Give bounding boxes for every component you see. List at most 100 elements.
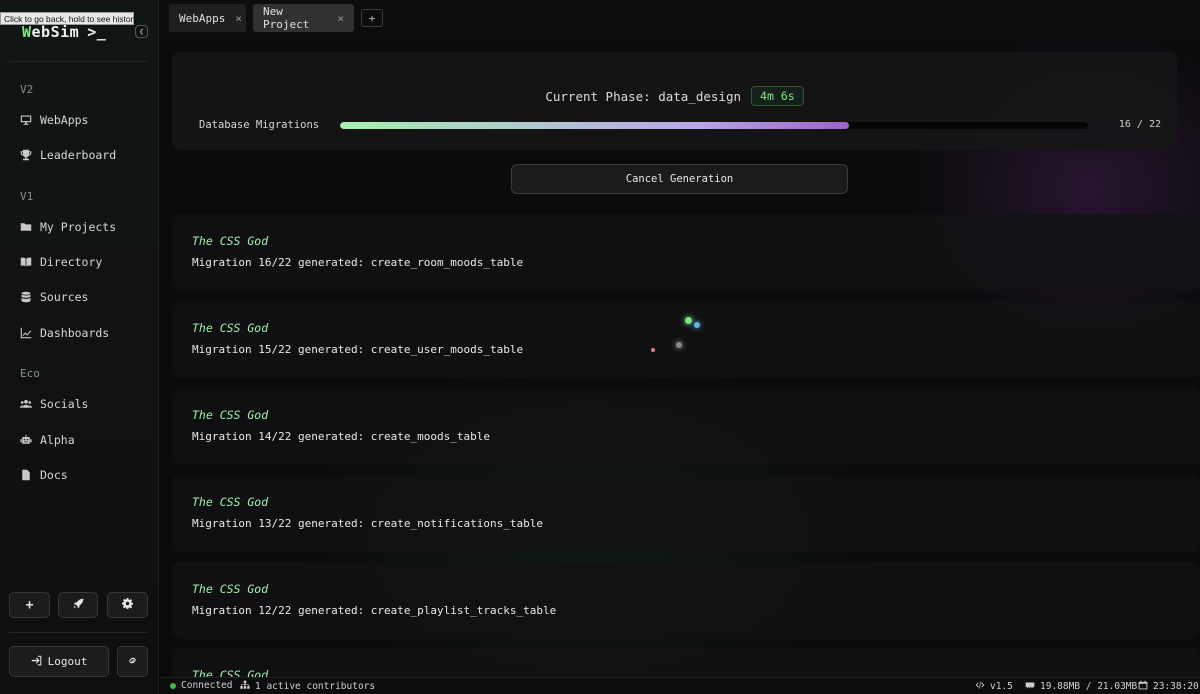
sidebar-item-sources[interactable]: Sources (10, 283, 148, 311)
log-message: Migration 16/22 generated: create_room_m… (192, 256, 524, 269)
log-message: Migration 13/22 generated: create_notifi… (192, 517, 543, 530)
sidebar-item-directory[interactable]: Directory (10, 248, 148, 276)
log-message: Migration 12/22 generated: create_playli… (192, 604, 557, 617)
tab-bar: WebApps × New Project × + (160, 0, 1200, 38)
logout-label: Logout (47, 655, 88, 668)
close-icon[interactable]: × (337, 12, 344, 25)
network-icon (240, 680, 250, 693)
cancel-generation-button[interactable]: Cancel Generation (511, 164, 848, 194)
copy-link-button[interactable] (117, 646, 148, 677)
launch-button[interactable] (58, 592, 98, 618)
new-tab-button[interactable]: + (361, 9, 383, 27)
sidebar-item-docs[interactable]: Docs (10, 461, 148, 489)
main-content: Current Phase: data_design 4m 6s Databas… (160, 38, 1200, 677)
sidebar-item-socials[interactable]: Socials (10, 390, 148, 418)
log-author: The CSS God (192, 582, 269, 596)
link-icon (127, 655, 138, 669)
settings-button[interactable] (107, 592, 148, 618)
monitor-icon (20, 114, 32, 126)
version-status: v1.5 (975, 680, 1013, 693)
loading-dot (676, 342, 682, 348)
gear-icon (122, 598, 134, 612)
calendar-icon (1138, 680, 1148, 693)
sidebar-item-label: Leaderboard (40, 148, 117, 162)
progress-bar (340, 122, 1088, 129)
log-author: The CSS God (192, 408, 269, 422)
sidebar-item-leaderboard[interactable]: Leaderboard (10, 141, 148, 169)
log-author: The CSS God (192, 668, 269, 677)
users-icon (20, 398, 32, 410)
loading-dot (685, 317, 692, 324)
sidebar-item-label: WebApps (40, 113, 89, 127)
clock-label: 23:38:20 (1153, 681, 1199, 692)
sidebar: Click to go back, hold to see history We… (0, 0, 159, 694)
contributors-label: 1 active contributors (255, 681, 376, 692)
sidebar-item-label: Docs (40, 468, 68, 482)
sidebar-item-label: Directory (40, 255, 103, 269)
collapse-sidebar-button[interactable]: ❮ (135, 25, 148, 38)
file-icon (20, 469, 32, 481)
tab-webapps[interactable]: WebApps × (169, 4, 246, 32)
sidebar-item-alpha[interactable]: Alpha (10, 426, 148, 454)
tab-label: New Project (263, 5, 310, 31)
loading-dot (694, 322, 700, 328)
code-icon (975, 680, 985, 693)
log-entry: The CSS God Migration 13/22 generated: c… (172, 475, 1200, 552)
database-icon (20, 291, 32, 303)
tab-new-project[interactable]: New Project × (253, 4, 354, 32)
memory-status: 19.88MB / 21.03MB (1025, 680, 1137, 693)
progress-label: Database Migrations (199, 119, 320, 131)
contributors-status: 1 active contributors (240, 680, 375, 693)
phase-panel: Current Phase: data_design 4m 6s Databas… (172, 52, 1177, 150)
log-entry: The CSS God Migration 12/22 generated: c… (172, 562, 1200, 639)
trophy-icon (20, 149, 32, 161)
chart-icon (20, 327, 32, 339)
memory-label: 19.88MB / 21.03MB (1040, 681, 1138, 692)
log-author: The CSS God (192, 321, 269, 335)
close-icon[interactable]: × (235, 12, 242, 25)
sidebar-item-label: Alpha (40, 433, 75, 447)
loading-dot (651, 348, 655, 352)
robot-icon (20, 434, 32, 446)
section-label-v1: V1 (20, 190, 34, 203)
sidebar-item-webapps[interactable]: WebApps (10, 106, 148, 134)
chevron-left-icon: ❮ (139, 27, 144, 36)
version-label: v1.5 (990, 681, 1013, 692)
log-entry: The CSS God Migration 16/22 generated: c… (172, 214, 1200, 291)
sidebar-item-my-projects[interactable]: My Projects (10, 213, 148, 241)
logout-icon (31, 655, 42, 669)
elapsed-timer-badge: 4m 6s (751, 86, 804, 106)
sidebar-item-label: My Projects (40, 220, 117, 234)
log-entry: The CSS God (172, 648, 1200, 677)
connection-label: Connected (181, 680, 233, 691)
log-entry: The CSS God Migration 15/22 generated: c… (172, 301, 1200, 378)
sidebar-item-label: Dashboards (40, 326, 110, 340)
logout-button[interactable]: Logout (9, 646, 109, 677)
add-project-button[interactable]: + (9, 592, 50, 618)
plus-icon: + (25, 597, 34, 613)
sidebar-item-label: Sources (40, 290, 89, 304)
progress-count: 16 / 22 (1118, 119, 1161, 130)
phase-title-row: Current Phase: data_design 4m 6s (172, 86, 1177, 106)
current-phase-label: Current Phase: data_design (545, 88, 742, 104)
back-tooltip: Click to go back, hold to see history (0, 12, 138, 25)
log-entry: The CSS God Migration 14/22 generated: c… (172, 388, 1200, 465)
folder-icon (20, 221, 32, 233)
status-bar: Connected 1 active contributors v1.5 19.… (160, 677, 1200, 694)
tab-label: WebApps (179, 11, 226, 25)
sidebar-divider (9, 61, 148, 62)
section-label-v2: V2 (20, 83, 34, 96)
clock-status: 23:38:20 (1138, 680, 1199, 693)
progress-fill (340, 122, 849, 129)
log-message: Migration 14/22 generated: create_moods_… (192, 430, 491, 443)
sidebar-item-dashboards[interactable]: Dashboards (10, 319, 148, 347)
connection-status: Connected (170, 680, 232, 691)
log-author: The CSS God (192, 495, 269, 509)
log-message: Migration 15/22 generated: create_user_m… (192, 343, 524, 356)
section-label-eco: Eco (20, 367, 40, 380)
rocket-icon (73, 598, 84, 612)
log-author: The CSS God (192, 234, 269, 248)
status-dot-icon (170, 682, 176, 689)
book-icon (20, 256, 32, 268)
sidebar-divider (9, 632, 148, 633)
